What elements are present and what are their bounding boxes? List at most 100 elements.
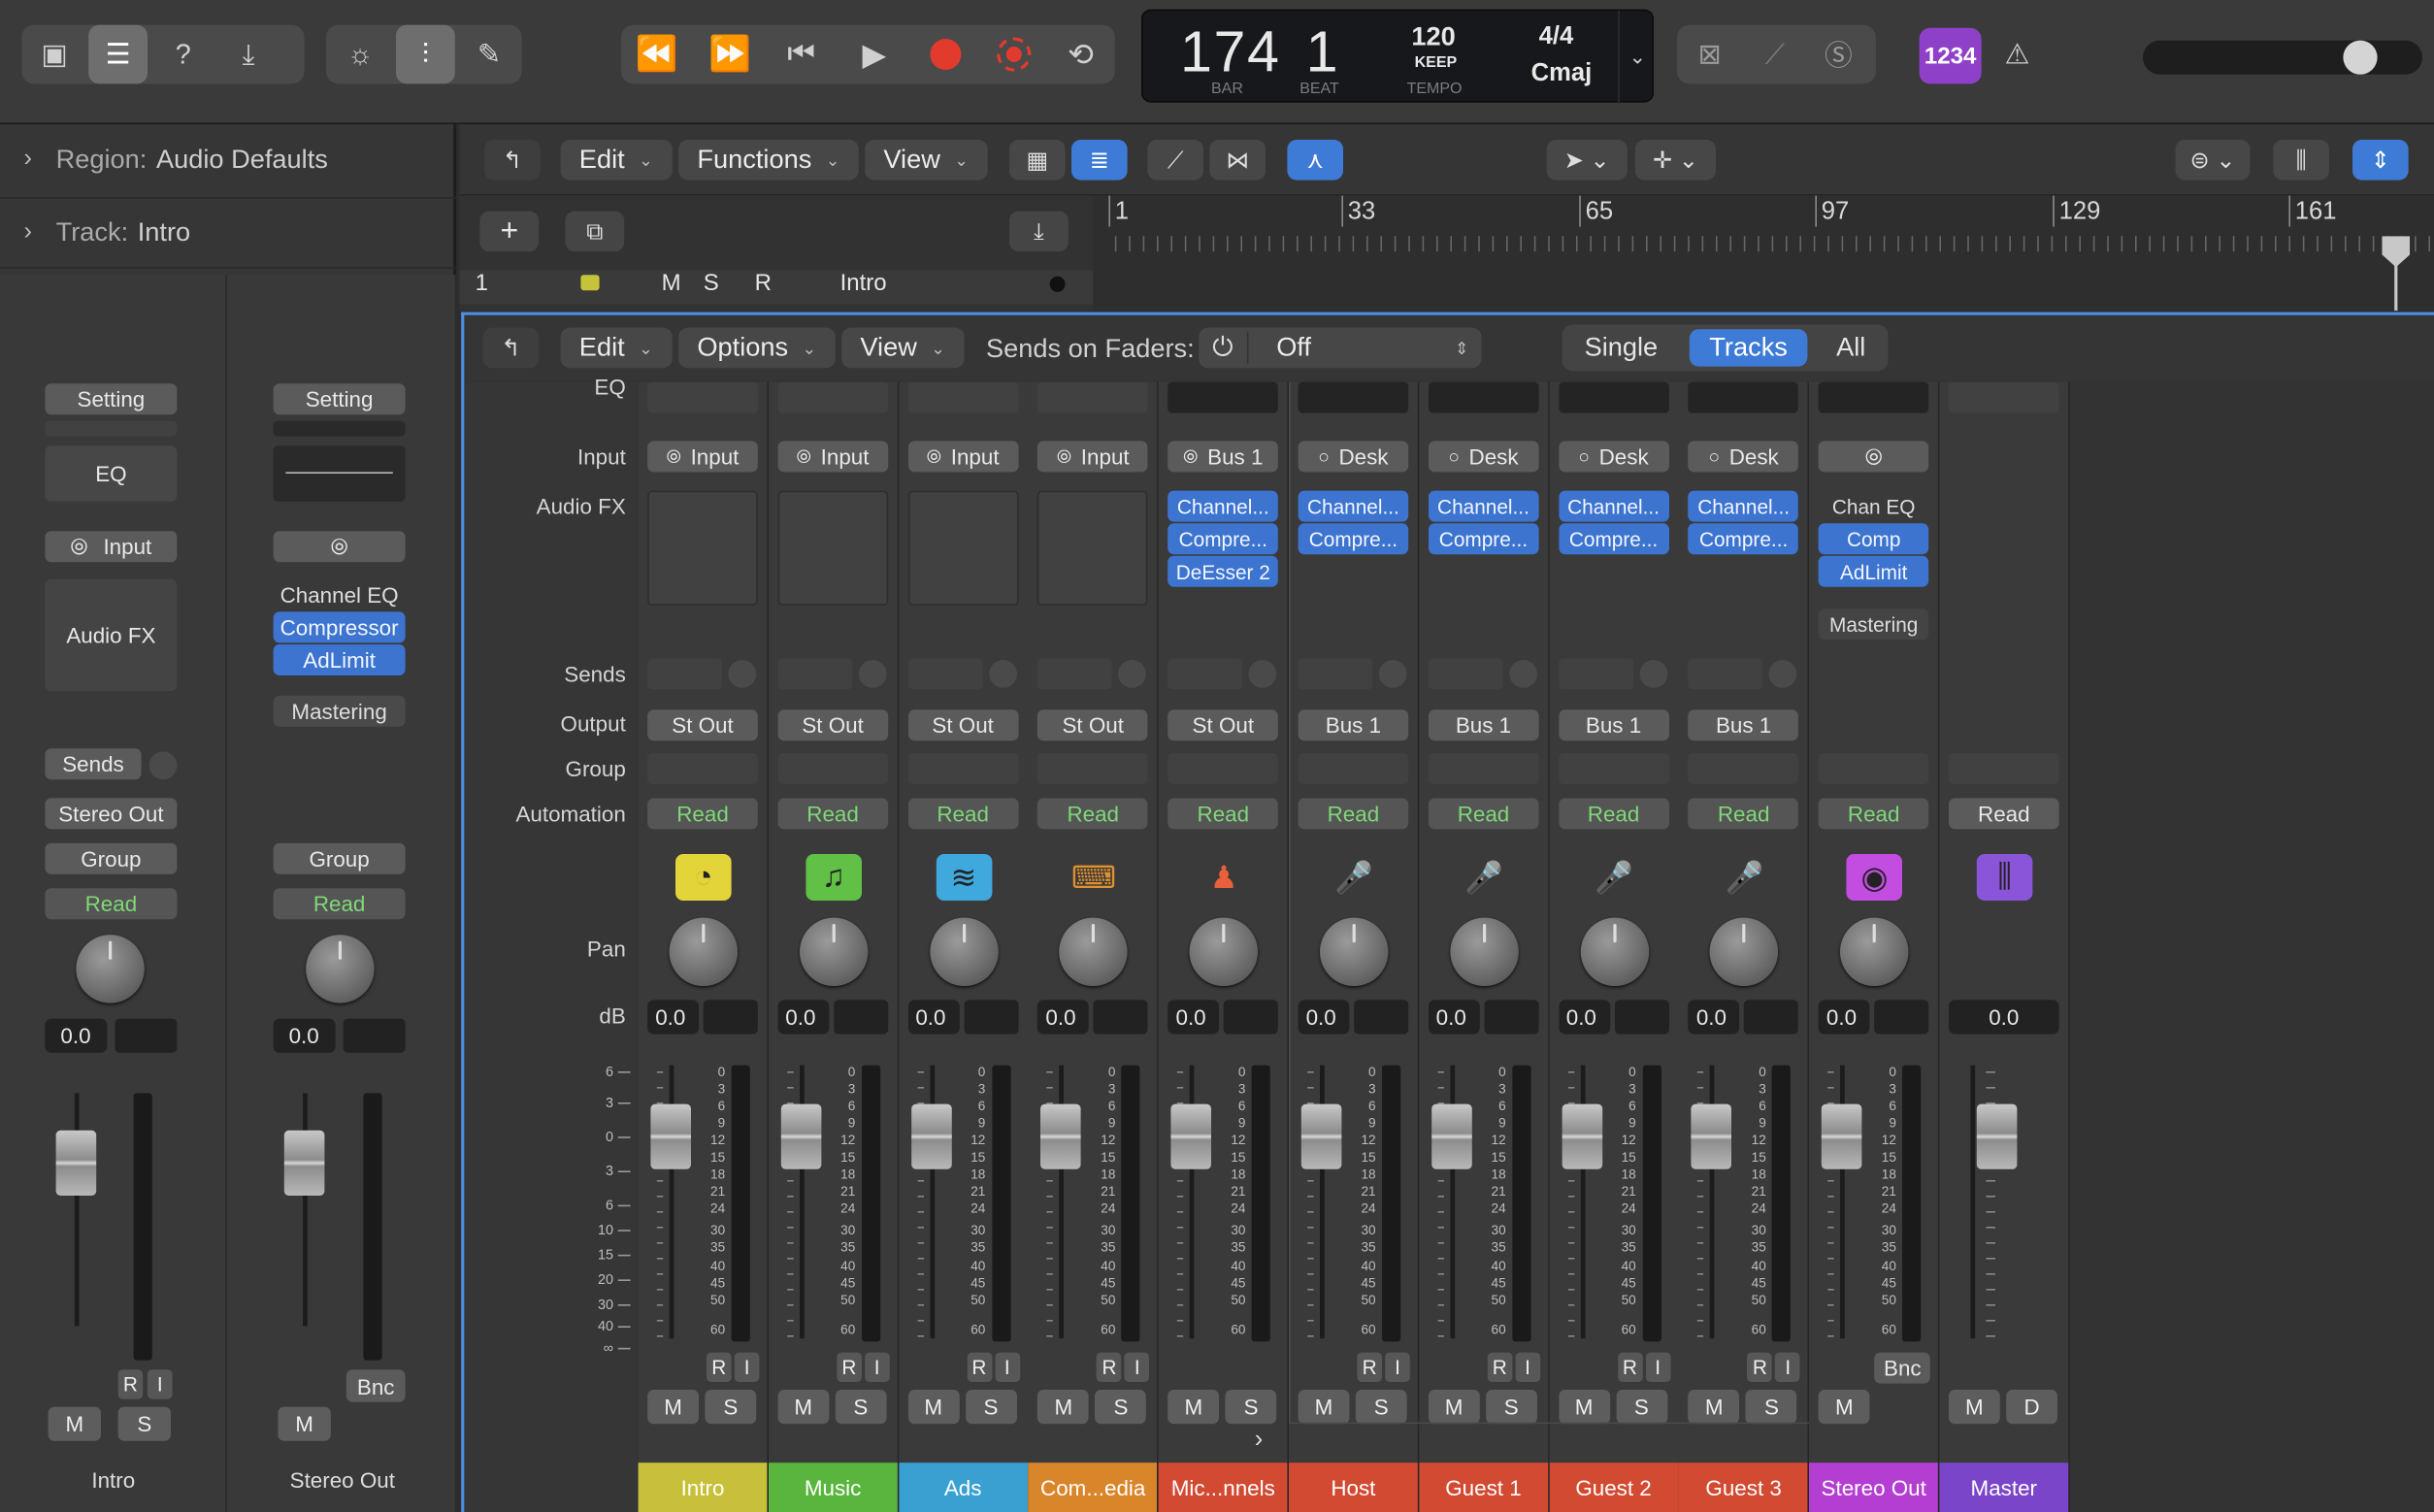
output-button[interactable]: St Out [1037, 709, 1149, 741]
record-enable-button[interactable]: R [967, 1352, 992, 1382]
smart-controls-icon[interactable]: ☼ [331, 25, 390, 84]
desk-icon[interactable]: ⌨ [1066, 854, 1122, 901]
group-slot[interactable] [1688, 753, 1799, 784]
automation-button[interactable]: Read [1818, 798, 1929, 830]
group-slot[interactable] [907, 753, 1018, 784]
output-button[interactable]: St Out [1168, 709, 1279, 741]
automation-button[interactable]: Read [1949, 798, 2059, 830]
track-row-1[interactable]: 1 M S R Intro [459, 270, 1094, 305]
record-enable-button[interactable]: R [1487, 1352, 1513, 1382]
waveform-icon[interactable]: ≋ [936, 854, 992, 901]
pan-knob[interactable] [76, 935, 145, 1003]
tracks-view-tab[interactable]: Tracks [1689, 329, 1808, 367]
single-view-tab[interactable]: Single [1566, 329, 1675, 366]
eq-slot[interactable] [907, 381, 1018, 413]
channel-name[interactable]: Stereo Out [1809, 1463, 1939, 1512]
send-slot[interactable] [1428, 658, 1503, 690]
input-monitoring-icon[interactable]: ⟋ [1745, 25, 1804, 84]
output-button[interactable]: Bus 1 [1688, 709, 1799, 741]
input-button[interactable]: ⦾ Bus 1 [1168, 441, 1279, 473]
volume-db-readout[interactable]: 0.0 [1818, 1000, 1870, 1035]
send-knob-icon[interactable] [988, 660, 1017, 688]
solo-button[interactable]: S [1485, 1390, 1537, 1425]
channel-name[interactable]: Mic...nnels [1158, 1463, 1288, 1512]
eq-slot[interactable] [1298, 381, 1409, 413]
scroll-right-chevron-icon[interactable]: › [1255, 1427, 1264, 1455]
solo-button[interactable]: S [1095, 1390, 1147, 1425]
output-button[interactable]: Bus 1 [1428, 709, 1539, 741]
solo-button[interactable]: S [1615, 1390, 1667, 1425]
plugin-slot-0[interactable]: Channel... [1558, 490, 1669, 522]
solo-button[interactable]: S [117, 1406, 171, 1441]
eq-slot[interactable] [1949, 381, 2059, 413]
timeline-ruler[interactable]: 1 33 65 97 129 161 [1093, 195, 2434, 311]
sends-button[interactable]: Sends [45, 748, 142, 780]
input-monitor-button[interactable]: I [148, 1369, 173, 1399]
volume-fader-cap[interactable] [1431, 1103, 1472, 1169]
audio-fx-slot[interactable]: Audio FX [45, 578, 178, 691]
mute-button[interactable]: M [1298, 1390, 1350, 1425]
automation-button[interactable]: Read [1558, 798, 1669, 830]
channel-name[interactable]: Guest 2 [1549, 1463, 1678, 1512]
automation-curve-icon[interactable]: ⟋ [1147, 140, 1203, 181]
plugin-slot-0[interactable]: Channel... [1428, 490, 1539, 522]
output-icon[interactable]: ◉ [1846, 854, 1903, 901]
more-options-icon[interactable]: ⊜ ⌄ [2175, 140, 2251, 181]
pan-knob[interactable] [1189, 917, 1259, 986]
volume-db-readout[interactable]: 0.0 [45, 1018, 108, 1053]
solo-button[interactable]: S [965, 1390, 1017, 1425]
mixer-view-menu[interactable]: View ⌄ [841, 327, 965, 369]
channel-name[interactable]: Ads [898, 1463, 1028, 1512]
group-slot[interactable] [1558, 753, 1669, 784]
volume-db-readout[interactable]: 0.0 [1688, 1000, 1740, 1035]
volume-db-readout[interactable]: 0.0 [1428, 1000, 1480, 1035]
eq-slot[interactable] [1037, 381, 1149, 413]
group-slot[interactable] [1818, 753, 1929, 784]
mute-button[interactable]: M [1168, 1390, 1220, 1425]
volume-db-readout[interactable]: 0.0 [777, 1000, 830, 1035]
group-slot[interactable] [1298, 753, 1409, 784]
send-slot[interactable] [1037, 658, 1113, 690]
send-slot[interactable] [777, 658, 853, 690]
input-monitor-button[interactable]: I [734, 1352, 760, 1382]
crosshair-tool-icon[interactable]: ✛ ⌄ [1634, 140, 1716, 181]
flex-icon[interactable]: ⋈ [1209, 140, 1266, 181]
audio-fx-slot[interactable] [647, 490, 758, 606]
record-enable-button[interactable]: R [837, 1352, 862, 1382]
mute-button[interactable]: M [48, 1406, 101, 1441]
plugin-slot-1[interactable]: Compressor [273, 611, 406, 643]
eq-curve-thumbnail[interactable] [273, 445, 406, 502]
microphone-icon[interactable]: 🎤 [1587, 854, 1643, 901]
bounce-button[interactable]: Bnc [345, 1369, 406, 1402]
volume-fader-cap[interactable] [55, 1130, 97, 1196]
send-knob-icon[interactable] [1118, 660, 1147, 688]
send-knob-icon[interactable] [1248, 660, 1277, 688]
group-slot[interactable] [1037, 753, 1149, 784]
automation-button[interactable]: Read [1688, 798, 1799, 830]
input-button[interactable]: ○ Desk [1298, 441, 1409, 473]
input-monitor-button[interactable]: I [1385, 1352, 1410, 1382]
plugin-slot-0[interactable]: Channel... [1298, 490, 1409, 522]
microphone-icon[interactable]: 🎤 [1717, 854, 1773, 901]
play-icon[interactable]: ▶ [844, 25, 904, 84]
volume-fader-cap[interactable] [1300, 1103, 1342, 1169]
stereo-link-icon[interactable]: ⦾ [1818, 441, 1929, 473]
lcd-display[interactable]: 174 BAR 1 BEAT 120 KEEP TEMPO 4/4 Cmaj ⌄ [1141, 9, 1654, 105]
input-monitor-button[interactable]: I [994, 1352, 1020, 1382]
disclosure-chevron-icon[interactable]: › [0, 219, 56, 247]
mute-button[interactable]: M [647, 1390, 699, 1425]
plugin-slot-1[interactable]: Compre... [1298, 523, 1409, 555]
automation-button[interactable]: Read [777, 798, 888, 830]
solo-button[interactable]: S [1225, 1390, 1277, 1425]
input-button[interactable]: ○ Desk [1558, 441, 1669, 473]
volume-fader-cap[interactable] [1170, 1103, 1212, 1169]
input-button[interactable]: ⦾ Input [777, 441, 888, 473]
solo-button[interactable]: S [1355, 1390, 1407, 1425]
pan-knob[interactable] [1450, 917, 1519, 986]
record-enable-button[interactable]: R [1747, 1352, 1773, 1382]
input-button[interactable]: ⦾ Input [907, 441, 1018, 473]
plugin-slot-1[interactable]: Compre... [1688, 523, 1799, 555]
track-solo[interactable]: S [704, 270, 719, 296]
mixer-edit-menu[interactable]: Edit ⌄ [560, 327, 673, 369]
pan-knob[interactable] [929, 917, 999, 986]
